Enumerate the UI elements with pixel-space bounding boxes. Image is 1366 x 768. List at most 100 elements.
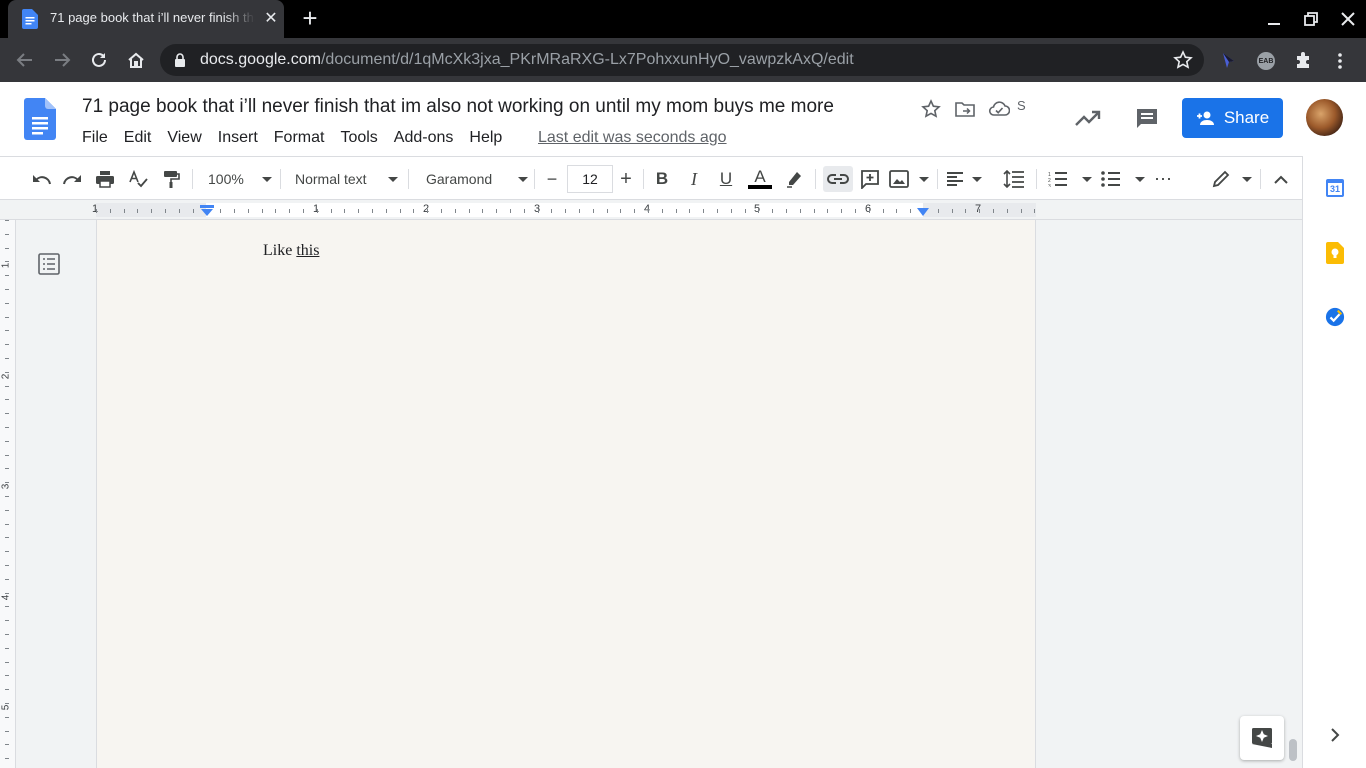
calendar-icon[interactable]: 31 [1325, 178, 1345, 198]
menu-file[interactable]: File [82, 129, 108, 147]
reload-icon[interactable] [85, 46, 113, 74]
tab-close-icon[interactable]: ✕ [262, 10, 280, 28]
restore-icon[interactable] [1297, 6, 1325, 32]
menu-add-ons[interactable]: Add-ons [394, 129, 454, 147]
decrease-font-size-button[interactable]: − [541, 166, 563, 192]
address-bar[interactable]: docs.google.com/document/d/1qMcXk3jxa_PK… [160, 44, 1204, 76]
url-text: docs.google.com/document/d/1qMcXk3jxa_PK… [200, 51, 854, 68]
ruler-tick [316, 209, 318, 213]
ruler-number: 2 [422, 203, 430, 215]
explore-button[interactable] [1240, 716, 1284, 760]
share-button[interactable]: Share [1182, 98, 1283, 138]
font-family-select[interactable]: Garamond [418, 166, 528, 192]
scrollbar-thumb[interactable] [1289, 739, 1297, 761]
insert-link-icon[interactable] [823, 166, 853, 192]
underline-button[interactable]: U [715, 166, 737, 192]
menu-edit[interactable]: Edit [124, 129, 152, 147]
back-icon[interactable] [11, 46, 39, 74]
keep-icon[interactable] [1325, 242, 1345, 264]
menu-insert[interactable]: Insert [218, 129, 258, 147]
last-edit-link[interactable]: Last edit was seconds ago [538, 129, 727, 147]
close-window-icon[interactable] [1334, 6, 1362, 32]
browser-toolbar: docs.google.com/document/d/1qMcXk3jxa_PK… [0, 38, 1366, 82]
document-outline-icon[interactable] [38, 253, 60, 275]
ruler-tick [427, 209, 429, 213]
vertical-ruler-tick [5, 606, 9, 608]
vertical-ruler-tick [5, 454, 9, 456]
document-title[interactable]: 71 page book that i’ll never finish that… [82, 96, 902, 118]
chevron-down-icon [262, 176, 272, 182]
explore-sparkle-icon [1252, 728, 1272, 748]
line-spacing-icon[interactable] [1002, 166, 1026, 192]
comments-icon[interactable] [1133, 104, 1161, 132]
move-folder-icon[interactable] [954, 98, 976, 120]
more-options-button[interactable]: ⋯ [1152, 166, 1174, 192]
add-comment-icon[interactable] [859, 166, 881, 192]
ruler-tick [220, 209, 222, 213]
highlight-color-icon[interactable] [783, 166, 805, 192]
paint-format-icon[interactable] [160, 166, 182, 192]
editing-mode-button[interactable] [1212, 166, 1252, 192]
document-body-text[interactable]: Like this [263, 242, 319, 260]
vertical-ruler-tick [5, 468, 9, 470]
menu-tools[interactable]: Tools [340, 129, 377, 147]
menu-view[interactable]: View [167, 129, 201, 147]
vertical-ruler-tick [5, 758, 9, 760]
spellcheck-icon[interactable] [127, 166, 149, 192]
ruler-tick [385, 209, 387, 213]
left-indent-marker-icon[interactable] [200, 205, 214, 217]
expand-panel-chevron-right-icon[interactable] [1325, 725, 1345, 745]
ruler-track[interactable]: 1 1 2 3 4 5 6 7 [92, 203, 1036, 217]
ruler-tick [1020, 209, 1022, 213]
bold-button[interactable]: B [651, 166, 673, 192]
numbered-list-button[interactable]: 123 [1048, 166, 1092, 192]
undo-icon[interactable] [30, 166, 52, 192]
chrome-menu-icon[interactable] [1329, 50, 1351, 72]
ruler-tick [868, 209, 870, 213]
tasks-icon[interactable] [1325, 307, 1345, 327]
save-status: S [1017, 98, 1026, 113]
text-color-button[interactable]: A [747, 166, 773, 192]
menu-bar: File Edit View Insert Format Tools Add-o… [82, 129, 518, 147]
docs-home-icon[interactable] [24, 98, 56, 140]
italic-button[interactable]: I [683, 166, 705, 192]
person-add-icon [1196, 111, 1214, 125]
hide-menus-chevron-up-icon[interactable] [1270, 166, 1292, 192]
body-link[interactable]: this [296, 242, 319, 259]
cloud-saved-icon[interactable] [988, 98, 1010, 120]
zoom-select[interactable]: 100% [202, 166, 272, 192]
bulleted-list-button[interactable] [1101, 166, 1145, 192]
new-tab-button[interactable]: + [298, 5, 322, 31]
extensions-puzzle-icon[interactable] [1292, 50, 1314, 72]
forward-icon[interactable] [48, 46, 76, 74]
vertical-ruler-tick [5, 427, 9, 428]
insert-image-button[interactable] [889, 166, 929, 192]
align-button[interactable] [946, 166, 982, 192]
vertical-ruler[interactable]: 1 2 3 4 5 [0, 220, 16, 768]
svg-text:3: 3 [1048, 184, 1051, 187]
print-icon[interactable] [94, 166, 116, 192]
bookmark-star-icon[interactable] [1173, 50, 1193, 70]
ruler-tick [234, 209, 235, 213]
activity-trend-icon[interactable] [1074, 104, 1102, 132]
home-icon[interactable] [122, 46, 150, 74]
right-indent-marker-icon[interactable] [917, 208, 929, 217]
increase-font-size-button[interactable]: + [615, 166, 637, 192]
vertical-ruler-tick [5, 675, 9, 677]
ruler-tick [855, 209, 856, 213]
eab-extension-icon[interactable]: EAB [1255, 50, 1277, 72]
chevron-down-icon [1242, 176, 1252, 182]
paragraph-style-select[interactable]: Normal text [290, 166, 398, 192]
minimize-icon[interactable] [1260, 6, 1288, 32]
document-page[interactable]: Like this [96, 220, 1036, 768]
share-label: Share [1223, 108, 1270, 127]
browser-tab[interactable]: 71 page book that i’ll never finish that… [8, 0, 284, 38]
cursor-extension-icon[interactable] [1217, 50, 1239, 72]
menu-help[interactable]: Help [469, 129, 502, 147]
redo-icon[interactable] [62, 166, 84, 192]
menu-format[interactable]: Format [274, 129, 325, 147]
vertical-ruler-tick [5, 385, 9, 387]
font-size-input[interactable]: 12 [567, 165, 613, 193]
star-icon[interactable] [920, 98, 942, 120]
avatar[interactable] [1306, 99, 1343, 136]
